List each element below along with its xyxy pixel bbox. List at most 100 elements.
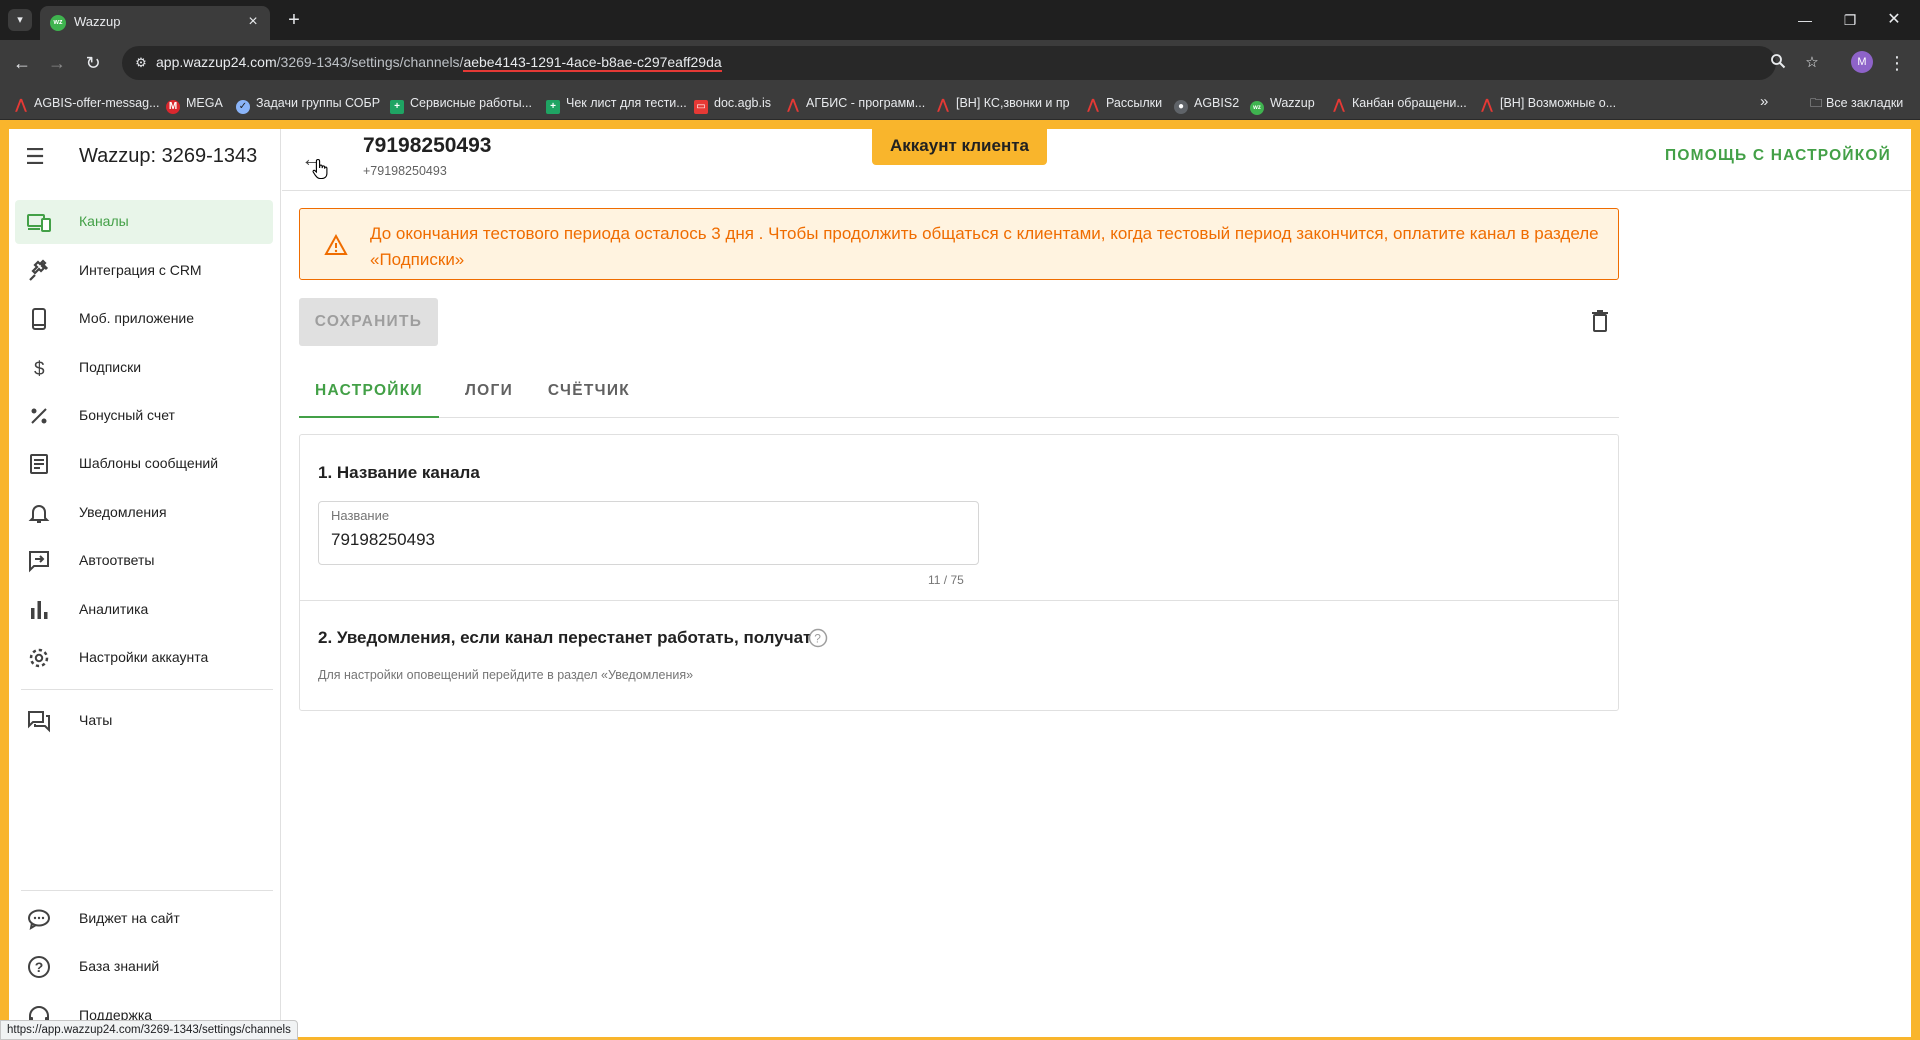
status-bar-url: https://app.wazzup24.com/3269-1343/setti… bbox=[0, 1020, 298, 1040]
sidebar-item-channels[interactable]: Каналы bbox=[15, 200, 273, 244]
sidebar-item-subscriptions[interactable]: $ Подписки bbox=[15, 346, 273, 390]
document-icon bbox=[27, 452, 51, 476]
forward-arrow-icon[interactable]: → bbox=[45, 51, 69, 75]
alert-message: До окончания тестового периода осталось … bbox=[370, 224, 1599, 269]
page-subtitle: +79198250493 bbox=[363, 164, 447, 178]
globe-icon: ● bbox=[1174, 100, 1188, 114]
tab-logs[interactable]: ЛОГИ bbox=[449, 368, 529, 418]
section-title-channel-name: 1. Название канала bbox=[318, 463, 480, 482]
sheets-icon: + bbox=[546, 100, 560, 114]
page-title: 79198250493 bbox=[363, 134, 492, 157]
site-info-icon[interactable]: ⚙ bbox=[132, 54, 150, 72]
section-title-notifications: 2. Уведомления, если канал перестанет ра… bbox=[318, 628, 812, 647]
sidebar: ☰ Wazzup: 3269-1343 Каналы Интеграция с … bbox=[9, 129, 281, 1037]
minimize-icon[interactable]: — bbox=[1793, 8, 1817, 32]
account-title: Wazzup: 3269-1343 bbox=[79, 145, 258, 167]
client-account-badge: Аккаунт клиента bbox=[872, 127, 1047, 165]
hand-cursor-icon bbox=[312, 158, 330, 180]
restore-icon[interactable]: ❐ bbox=[1838, 8, 1862, 32]
agbis-logo-icon: ⋀ bbox=[1087, 96, 1099, 112]
tab-list-button[interactable]: ▾ bbox=[8, 9, 32, 31]
sidebar-item-analytics[interactable]: Аналитика bbox=[15, 588, 273, 632]
setup-help-link[interactable]: ПОМОЩЬ С НАСТРОЙКОЙ bbox=[1665, 147, 1891, 165]
bookmark-item[interactable]: ⋀ AGBIS-offer-messag... bbox=[14, 94, 159, 112]
bookmark-item[interactable]: ✓ Задачи группы СОБР bbox=[236, 94, 380, 114]
plug-icon bbox=[27, 259, 51, 283]
bookmark-item[interactable]: ⋀ Канбан обращени... bbox=[1332, 94, 1467, 112]
address-bar[interactable]: ⚙ app.wazzup24.com/3269-1343/settings/ch… bbox=[122, 46, 1819, 80]
tab-counter[interactable]: СЧЁТЧИК bbox=[539, 368, 639, 418]
sidebar-divider bbox=[21, 890, 273, 891]
tab-settings[interactable]: НАСТРОЙКИ bbox=[299, 368, 439, 418]
sidebar-item-templates[interactable]: Шаблоны сообщений bbox=[15, 442, 273, 486]
speech-bubble-icon bbox=[27, 907, 51, 931]
browser-tab[interactable]: wz Wazzup × bbox=[40, 6, 270, 40]
sidebar-item-widget[interactable]: Виджет на сайт bbox=[15, 897, 273, 941]
reload-icon[interactable]: ↻ bbox=[81, 51, 105, 75]
sidebar-item-bonus[interactable]: Бонусный счет bbox=[15, 394, 273, 438]
bookmark-item[interactable]: + Сервисные работы... bbox=[390, 94, 532, 114]
url-channel-id: aebe4143-1291-4ace-b8ae-c297eaff29da bbox=[463, 54, 722, 72]
bookmarks-bar: ⋀ AGBIS-offer-messag... M MEGA ✓ Задачи гру… bbox=[0, 86, 1920, 120]
url-text[interactable]: app.wazzup24.com/3269-1343/settings/chan… bbox=[156, 54, 722, 72]
sheets-icon: + bbox=[390, 100, 404, 114]
tasks-icon: ✓ bbox=[236, 100, 250, 114]
zoom-icon[interactable] bbox=[1768, 53, 1788, 73]
bookmark-item[interactable]: ▭ doc.agb.is bbox=[694, 94, 771, 114]
channel-header: ← 79198250493 +79198250493 Аккаунт клиен… bbox=[282, 127, 1911, 191]
svg-text:?: ? bbox=[35, 959, 44, 975]
hamburger-menu-icon[interactable]: ☰ bbox=[21, 143, 49, 171]
channel-tabs: НАСТРОЙКИ ЛОГИ СЧЁТЧИК bbox=[299, 368, 1619, 418]
section-divider bbox=[300, 600, 1618, 601]
all-bookmarks[interactable]: 🗀 Все закладки bbox=[1810, 94, 1903, 112]
settings-card: 1. Название канала Название 79198250493 … bbox=[299, 434, 1619, 711]
tab-close-icon[interactable]: × bbox=[244, 13, 262, 31]
save-button[interactable]: СОХРАНИТЬ bbox=[299, 298, 438, 346]
window-close-icon[interactable]: ✕ bbox=[1882, 8, 1906, 32]
mega-logo-icon: M bbox=[166, 100, 180, 114]
sidebar-item-knowledge-base[interactable]: ? База знаний bbox=[15, 945, 273, 989]
tab-title: Wazzup bbox=[74, 14, 121, 29]
bookmark-item[interactable]: ⋀ Рассылки bbox=[1086, 94, 1162, 112]
devices-icon bbox=[27, 210, 51, 234]
bookmark-item[interactable]: ⋀ АГБИС - программ... bbox=[786, 94, 925, 112]
agbis-logo-icon: ⋀ bbox=[937, 96, 949, 112]
agbis-logo-icon: ⋀ bbox=[1481, 96, 1493, 112]
bookmark-star-icon[interactable]: ☆ bbox=[1802, 53, 1822, 73]
sidebar-item-account-settings[interactable]: Настройки аккаунта bbox=[15, 636, 273, 680]
bookmark-item[interactable]: M MEGA bbox=[166, 94, 223, 114]
message-reply-icon bbox=[27, 549, 51, 573]
bookmark-item[interactable]: ⋀ [ВН] КС,звонки и пр bbox=[936, 94, 1070, 112]
sidebar-item-mobile-app[interactable]: Моб. приложение bbox=[15, 297, 273, 341]
gear-icon bbox=[27, 646, 51, 670]
chat-icon bbox=[27, 709, 51, 733]
sidebar-item-crm[interactable]: Интеграция с CRM bbox=[15, 249, 273, 293]
bar-chart-icon bbox=[27, 598, 51, 622]
wazzup-favicon-icon: wz bbox=[1250, 101, 1264, 115]
profile-avatar[interactable]: M bbox=[1851, 51, 1873, 73]
back-arrow-icon[interactable]: ← bbox=[10, 51, 34, 75]
bell-icon bbox=[27, 501, 51, 525]
folder-icon: 🗀 bbox=[1810, 96, 1826, 110]
new-tab-button[interactable]: + bbox=[282, 8, 306, 32]
help-circle-icon[interactable]: ? bbox=[808, 628, 828, 648]
browser-menu-icon[interactable]: ⋮ bbox=[1887, 51, 1907, 75]
bookmark-item[interactable]: + Чек лист для тести... bbox=[546, 94, 687, 114]
percent-icon bbox=[27, 404, 51, 428]
channel-name-field[interactable]: Название 79198250493 bbox=[318, 501, 979, 565]
sidebar-item-autoreplies[interactable]: Автоответы bbox=[15, 539, 273, 583]
browser-tab-bar: ▾ wz Wazzup × + — ❐ ✕ bbox=[0, 0, 1920, 40]
trash-icon[interactable] bbox=[1589, 309, 1611, 333]
doc-icon: ▭ bbox=[694, 100, 708, 114]
dollar-icon: $ bbox=[27, 356, 51, 380]
char-counter: 11 / 75 bbox=[928, 573, 964, 587]
app-page: ☰ Wazzup: 3269-1343 Каналы Интеграция с … bbox=[0, 120, 1920, 1040]
channel-name-input[interactable]: 79198250493 bbox=[331, 530, 435, 550]
bookmark-item[interactable]: wz Wazzup bbox=[1250, 94, 1315, 115]
sidebar-item-chats[interactable]: Чаты bbox=[15, 699, 273, 743]
sidebar-item-notifications[interactable]: Уведомления bbox=[15, 491, 273, 535]
bookmark-item[interactable]: ⋀ [ВН] Возможные о... bbox=[1480, 94, 1616, 112]
bookmarks-overflow-icon[interactable]: » bbox=[1760, 93, 1768, 110]
bookmark-item[interactable]: ● AGBIS2 bbox=[1174, 94, 1239, 114]
help-circle-icon: ? bbox=[27, 955, 51, 979]
